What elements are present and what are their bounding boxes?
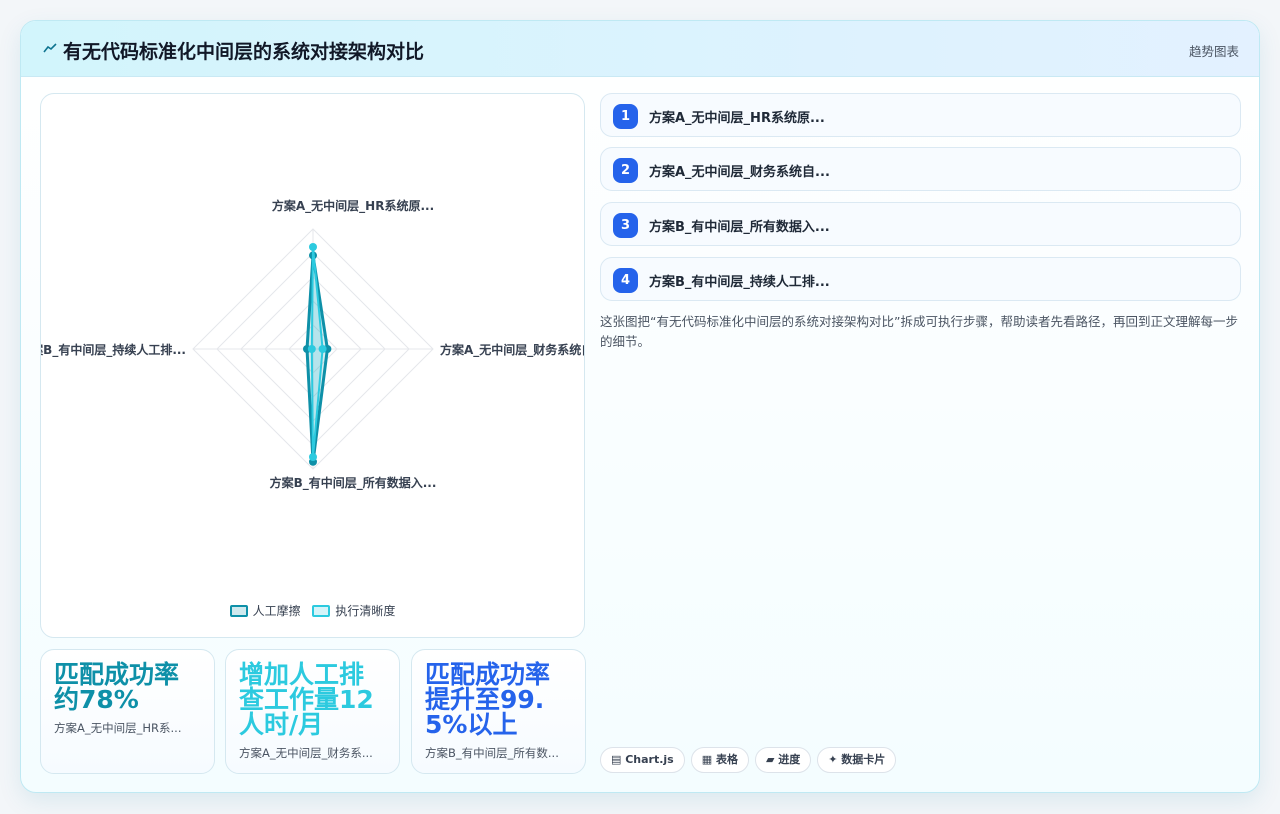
step-item-2[interactable]: 2 方案A_无中间层_财务系统自...	[600, 147, 1241, 191]
legend-label: 人工摩擦	[252, 604, 301, 618]
stat-card-3: 匹配成功率提升至99.5%以上 方案B_有中间层_所有数...	[411, 649, 586, 774]
radar-chart-panel: 方案A_无中间层_HR系统原... 方案A_无中间层_财务系统自... 方案B_有中…	[40, 93, 585, 638]
data-point	[309, 453, 317, 461]
chip-table[interactable]: ▦ 表格	[690, 747, 749, 773]
axis-label: 方案A_无中间层_HR系统原...	[272, 198, 434, 214]
step-number-badge: 4	[613, 268, 638, 293]
legend-item-series-0[interactable]: 人工摩擦	[229, 602, 301, 619]
radar-chart: 方案A_无中间层_HR系统原... 方案A_无中间层_财务系统自... 方案B_有中…	[41, 198, 585, 491]
feature-chips: ▤ Chart.js ▦ 表格 ▰ 进度 ✦ 数据卡片	[600, 747, 902, 773]
step-label: 方案B_有中间层_所有数据入...	[649, 220, 830, 235]
chart-type-tag: 趋势图表	[1188, 44, 1239, 59]
data-point	[309, 243, 317, 251]
stat-card-1: 匹配成功率约78% 方案A_无中间层_HR系...	[40, 649, 215, 774]
chip-progress[interactable]: ▰ 进度	[754, 747, 812, 773]
step-item-4[interactable]: 4 方案B_有中间层_持续人工排...	[600, 257, 1241, 301]
trend-icon	[43, 43, 57, 53]
stat-value: 匹配成功率提升至99.5%以上	[425, 660, 551, 739]
axis-label: 方案B_有中间层_持续人工排...	[41, 342, 186, 358]
legend-item-series-1[interactable]: 执行清晰度	[312, 602, 395, 619]
step-item-3[interactable]: 3 方案B_有中间层_所有数据入...	[600, 202, 1241, 246]
stat-caption: 方案B_有中间层_所有数...	[425, 746, 559, 760]
chip-chartjs[interactable]: ▤ Chart.js	[600, 747, 685, 773]
step-number-badge: 3	[613, 213, 638, 238]
step-label: 方案A_无中间层_财务系统自...	[649, 165, 830, 180]
card-header: 有无代码标准化中间层的系统对接架构对比 趋势图表	[21, 21, 1259, 77]
axis-label: 方案A_无中间层_财务系统自...	[440, 342, 585, 358]
stat-value: 增加人工排查工作量12人时/月	[239, 660, 374, 739]
legend-swatch	[312, 605, 331, 617]
axis-label: 方案B_有中间层_所有数据入...	[270, 475, 437, 491]
chip-data-cards[interactable]: ✦ 数据卡片	[817, 747, 897, 773]
stat-caption: 方案A_无中间层_财务系...	[239, 746, 373, 760]
stat-caption: 方案A_无中间层_HR系...	[54, 721, 182, 735]
data-point	[307, 345, 316, 353]
stat-value: 匹配成功率约78%	[54, 660, 180, 714]
step-item-1[interactable]: 1 方案A_无中间层_HR系统原...	[600, 93, 1241, 137]
step-label: 方案A_无中间层_HR系统原...	[649, 111, 825, 126]
step-number-badge: 1	[613, 104, 638, 129]
chart-legend: 人工摩擦 执行清晰度	[41, 602, 584, 619]
data-point	[318, 345, 327, 353]
legend-swatch	[229, 605, 248, 617]
stat-card-2: 增加人工排查工作量12人时/月 方案A_无中间层_财务系...	[225, 649, 400, 774]
main-card: 有无代码标准化中间层的系统对接架构对比 趋势图表 方案A_无中间层_HR系统原.…	[20, 20, 1260, 793]
legend-label: 执行清晰度	[335, 604, 396, 618]
step-number-badge: 2	[613, 158, 638, 183]
step-label: 方案B_有中间层_持续人工排...	[649, 275, 830, 290]
page-title: 有无代码标准化中间层的系统对接架构对比	[63, 41, 425, 63]
chart-description: 这张图把“有无代码标准化中间层的系统对接架构对比”拆成可执行步骤，帮助读者先看路…	[600, 314, 1238, 349]
